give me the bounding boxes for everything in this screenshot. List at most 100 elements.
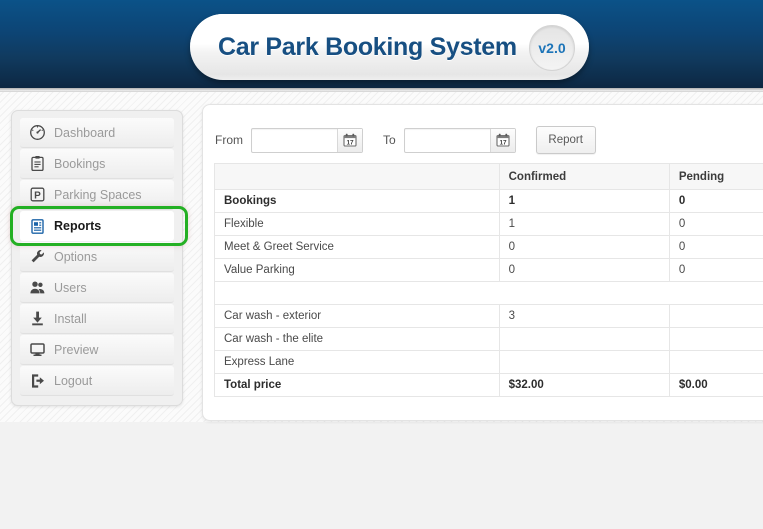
sidebar-item-label: Preview: [54, 342, 99, 357]
sidebar-item-label: Options: [54, 249, 98, 264]
table-cell-pending: 0: [668, 189, 763, 213]
table-cell-confirmed: 0: [498, 258, 670, 282]
clipboard-icon: [30, 156, 44, 172]
gauge-icon: [29, 125, 45, 140]
table-cell-pending: $0.00: [668, 373, 763, 397]
sidebar-item-parking-spaces[interactable]: P Parking Spaces: [20, 180, 174, 210]
report-content-panel: From 17 To 17 Report Confirmed Pending B…: [202, 104, 763, 421]
from-date-field[interactable]: 17: [251, 127, 363, 153]
sidebar-item-label: Install: [54, 311, 87, 326]
table-row: Bookings100: [214, 189, 763, 213]
sidebar-item-options[interactable]: Options: [20, 242, 174, 272]
table-spacer-row: [214, 281, 763, 305]
users-icon: [20, 279, 54, 296]
report-table-body: Bookings100Flexible100Meet & Greet Servi…: [214, 189, 763, 397]
table-header-blank: [214, 163, 500, 190]
table-row-label: Bookings: [214, 189, 500, 213]
table-cell-confirmed: [498, 350, 670, 374]
table-header-row: ConfirmedPendingCancelled: [214, 163, 763, 190]
sidebar-item-label: Logout: [54, 373, 93, 388]
sidebar-item-label: Dashboard: [54, 125, 116, 140]
app-title: Car Park Booking System: [218, 32, 517, 61]
table-row-label: Car wash - exterior: [214, 304, 500, 328]
wrench-icon: [31, 250, 44, 263]
sidebar-nav: Dashboard Bookings P Parking Spaces Reports O…: [10, 110, 188, 406]
from-date-input[interactable]: [252, 128, 337, 152]
table-spacer-cell: [214, 281, 763, 305]
download-icon: [20, 310, 54, 327]
table-row: Total price$32.00$0.00$0.00: [214, 373, 763, 397]
sidebar-item-label: Reports: [54, 219, 102, 233]
table-row-label: Total price: [214, 373, 500, 397]
table-row: Car wash - the elite: [214, 327, 763, 351]
table-row-label: Meet & Greet Service: [214, 235, 500, 259]
sidebar-item-reports[interactable]: Reports: [10, 206, 188, 246]
document-icon: [30, 218, 44, 234]
table-row: Car wash - exterior 3: [214, 304, 763, 328]
report-table: ConfirmedPendingCancelled Bookings100Fle…: [214, 163, 763, 397]
svg-text:17: 17: [499, 139, 507, 146]
sidebar-item-users[interactable]: Users: [20, 273, 174, 303]
to-date-field[interactable]: 17: [403, 127, 516, 153]
sidebar-item-dashboard[interactable]: Dashboard: [20, 118, 174, 148]
sidebar-item-label: Parking Spaces: [54, 187, 142, 202]
table-cell-pending: [668, 327, 763, 351]
sidebar-item-bookings[interactable]: Bookings: [20, 149, 174, 179]
calendar-icon: 17: [343, 133, 357, 147]
table-cell-confirmed: 3: [498, 304, 670, 328]
table-row: Express Lane: [214, 350, 763, 374]
svg-text:17: 17: [346, 139, 354, 146]
sidebar-item-label: Bookings: [54, 156, 106, 171]
from-calendar-button[interactable]: 17: [337, 128, 362, 152]
table-cell-pending: 0: [668, 235, 763, 259]
version-badge: v2.0: [529, 25, 575, 71]
sidebar-item-preview[interactable]: Preview: [20, 335, 174, 365]
users-icon: [29, 281, 44, 294]
wrench-icon: [20, 248, 54, 265]
to-date-input[interactable]: [404, 128, 490, 152]
exit-icon: [20, 372, 54, 389]
monitor-icon: [29, 343, 45, 356]
gauge-icon: [20, 124, 54, 141]
table-cell-confirmed: 1: [498, 212, 670, 236]
sidebar-item-install[interactable]: Install: [20, 304, 174, 334]
table-header-confirmed: Confirmed: [498, 163, 670, 190]
table-row-label: Express Lane: [214, 350, 500, 374]
header-shadow: [0, 88, 763, 91]
clipboard-icon: [20, 155, 54, 172]
sidebar-item-label: Users: [54, 280, 87, 295]
report-table-head: ConfirmedPendingCancelled: [214, 163, 763, 190]
table-cell-pending: [668, 350, 763, 374]
document-icon: [20, 218, 54, 235]
sidebar-item-logout[interactable]: Logout: [20, 366, 174, 396]
parking-p-icon: P: [20, 186, 54, 203]
app-header: Car Park Booking System v2.0: [0, 0, 763, 88]
report-filter-bar: From 17 To 17 Report: [203, 105, 763, 155]
table-row: Meet & Greet Service000: [214, 235, 763, 259]
table-cell-pending: [668, 304, 763, 328]
calendar-icon: 17: [496, 133, 510, 147]
table-cell-pending: 0: [668, 212, 763, 236]
table-cell-confirmed: $32.00: [498, 373, 670, 397]
table-row: Value Parking000: [214, 258, 763, 282]
app-logo-pill: Car Park Booking System v2.0: [190, 14, 589, 80]
table-cell-confirmed: [498, 327, 670, 351]
table-cell-confirmed: 1: [498, 189, 670, 213]
workspace-top-edge: [0, 91, 763, 92]
parking-p-icon: P: [30, 187, 44, 202]
table-row-label: Flexible: [214, 212, 500, 236]
report-button[interactable]: Report: [535, 126, 596, 154]
table-row-label: Value Parking: [214, 258, 500, 282]
to-label: To: [383, 133, 396, 147]
to-calendar-button[interactable]: 17: [489, 128, 515, 152]
svg-text:P: P: [34, 190, 41, 201]
table-header-pending: Pending: [668, 163, 763, 190]
table-row: Flexible100: [214, 212, 763, 236]
table-row-label: Car wash - the elite: [214, 327, 500, 351]
table-cell-pending: 0: [668, 258, 763, 282]
monitor-icon: [20, 341, 54, 358]
from-label: From: [215, 133, 243, 147]
table-cell-confirmed: 0: [498, 235, 670, 259]
exit-icon: [31, 374, 44, 388]
download-icon: [31, 311, 43, 326]
